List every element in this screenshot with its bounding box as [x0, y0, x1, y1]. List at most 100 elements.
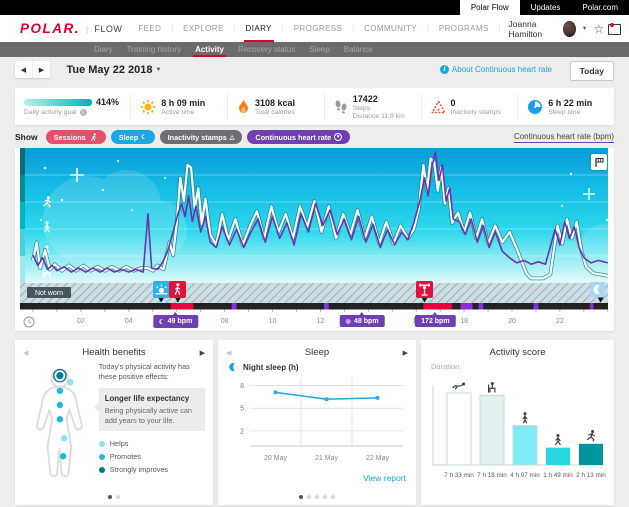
benefit-dot: [57, 402, 63, 408]
card-next-arrow[interactable]: ▶: [200, 349, 205, 357]
nav-sep: |: [282, 25, 284, 32]
hr-timeline-segment: [461, 303, 473, 310]
finish-flag-icon[interactable]: [591, 154, 607, 170]
axis-tick-label: 20: [508, 318, 516, 325]
about-continuous-hr-link[interactable]: iAbout Continuous heart rate: [440, 65, 552, 74]
legend-label: Strongly improves: [110, 465, 168, 475]
sleep-ytick: 5: [240, 406, 244, 413]
nav-item-diary[interactable]: DIARY: [244, 15, 274, 42]
pagination-dot[interactable]: [307, 495, 311, 499]
card-next-arrow[interactable]: ▶: [403, 349, 408, 357]
benefit-dot: [60, 453, 66, 459]
activity-goal-value: 414%: [96, 97, 119, 107]
subnav-item-diary[interactable]: Diary: [94, 42, 113, 57]
benefit-tooltip: Longer life expectancy Being physically …: [99, 388, 205, 431]
score-bar-sitting[interactable]: [480, 395, 504, 465]
steps-icon: [334, 98, 348, 115]
subnav-item-training-history[interactable]: Training history: [127, 42, 181, 57]
sleep-legend: Night sleep (h): [218, 360, 416, 374]
polar-logo[interactable]: POLAR.: [20, 21, 80, 36]
nav-item-community[interactable]: COMMUNITY: [362, 15, 419, 42]
favorite-star-icon[interactable]: ☆: [594, 23, 605, 35]
pagination-dot[interactable]: [108, 495, 112, 499]
sleep-ytick: 8: [240, 383, 244, 390]
standing-figure-icon: [523, 412, 527, 423]
benefit-dot: [67, 379, 73, 385]
pill-label: Sleep: [119, 133, 138, 142]
session-timeline-segment: [171, 303, 194, 310]
hr-axis-unit-link[interactable]: Continuous heart rate (bpm): [514, 132, 614, 143]
sleep-start-moon-icon[interactable]: [590, 282, 605, 297]
daily-summary-bar: 414% Daily activity goali 8 h 09 minActi…: [15, 88, 614, 125]
score-bar-lying[interactable]: [447, 393, 471, 465]
card-prev-arrow[interactable]: ◀: [226, 349, 231, 357]
pagination-dot[interactable]: [299, 495, 303, 499]
view-report-link[interactable]: View report: [363, 473, 406, 483]
hr-timeline-segment: [478, 303, 483, 310]
avatar[interactable]: [563, 21, 575, 37]
subnav-item-activity[interactable]: Activity: [195, 42, 224, 57]
filter-pill-continuous-heart-rate[interactable]: Continuous heart rate ♥: [247, 130, 350, 144]
user-name[interactable]: Joanna Hamilton: [509, 19, 558, 39]
sleep-trend-chart: 85220 May21 May22 May: [222, 374, 412, 466]
pill-label: Sessions: [54, 133, 86, 142]
legend-dot-helps: [99, 441, 105, 447]
info-icon[interactable]: i: [80, 109, 87, 116]
main-nav: POLAR. | FLOW FEED | EXPLORE | DIARY | P…: [0, 15, 629, 42]
nav-item-progress[interactable]: PROGRESS: [292, 15, 345, 42]
filter-pill-inactivity-stamps[interactable]: Inactivity stamps △: [160, 130, 243, 144]
score-bar-label: 4 h 07 min: [510, 472, 540, 479]
topbar-tab-polar-com[interactable]: Polar.com: [571, 0, 629, 15]
filter-pill-sleep[interactable]: Sleep ☾: [111, 130, 155, 144]
subnav-item-sleep[interactable]: Sleep: [309, 42, 329, 57]
running-figure-icon: [588, 430, 595, 441]
subnav-item-balance[interactable]: Balance: [344, 42, 373, 57]
card-prev-arrow[interactable]: ◀: [23, 349, 28, 357]
hr-timeline-segment: [590, 303, 594, 310]
next-day-button[interactable]: ▶: [33, 61, 50, 78]
hr-badge-48-bpm: 48 bpm: [340, 315, 385, 327]
topbar-tab-updates[interactable]: Updates: [520, 0, 572, 15]
benefit-dot: [57, 416, 63, 422]
not-worn-label: Not worn: [27, 287, 71, 298]
pagination-dot[interactable]: [315, 495, 319, 499]
score-bar-label: 1 h 49 min: [543, 472, 573, 479]
continuous-heart-rate-chart-card[interactable]: Not worn 0204060810121416182022☾49: [15, 148, 614, 331]
pagination-dot[interactable]: [116, 495, 120, 499]
score-bar-running[interactable]: [579, 444, 603, 465]
score-bar-standing[interactable]: [513, 426, 537, 465]
stat-active-time: 8 h 09 minActive time: [130, 94, 227, 120]
nav-item-programs[interactable]: PROGRAMS: [437, 15, 491, 42]
nav-item-feed[interactable]: FEED: [136, 15, 163, 42]
nav-sep: |: [427, 25, 429, 32]
active-time-value: 8 h 09 min: [161, 98, 205, 108]
timeline-ticks: [33, 310, 608, 313]
pagination-dot[interactable]: [331, 495, 335, 499]
strength-session-icon[interactable]: [416, 281, 433, 298]
current-date[interactable]: Tue May 22 2018: [66, 64, 152, 76]
sunrise-session-icon[interactable]: [153, 281, 170, 298]
axis-tick-label: 02: [77, 318, 85, 325]
info-icon: i: [440, 65, 449, 74]
nav-sep: |: [499, 25, 501, 32]
pagination-dot[interactable]: [323, 495, 327, 499]
score-bar-label: 7 h 33 min: [444, 472, 474, 479]
hr-day-chart[interactable]: Not worn: [15, 148, 614, 314]
axis-tick-label: 18: [460, 318, 468, 325]
score-bar-walking[interactable]: [546, 448, 570, 465]
steps-label: Steps: [353, 105, 405, 112]
subnav-item-recovery-status[interactable]: Recovery status: [238, 42, 295, 57]
nav-sep: |: [352, 25, 354, 32]
topbar-tab-polar-flow[interactable]: Polar Flow: [460, 0, 520, 15]
legend-label: Promotes: [110, 452, 141, 462]
runner-icon: [89, 133, 98, 142]
date-dropdown-caret[interactable]: ▼: [155, 67, 161, 73]
nav-item-explore[interactable]: EXPLORE: [181, 15, 226, 42]
chevron-down-icon[interactable]: ▼: [582, 26, 588, 32]
notification-flag-icon[interactable]: [610, 23, 621, 35]
card-pagination: [15, 495, 213, 499]
prev-day-button[interactable]: ◀: [15, 61, 33, 78]
walking-session-icon[interactable]: [169, 281, 186, 298]
filter-pill-sessions[interactable]: Sessions: [46, 130, 106, 144]
today-button[interactable]: Today: [570, 61, 614, 81]
